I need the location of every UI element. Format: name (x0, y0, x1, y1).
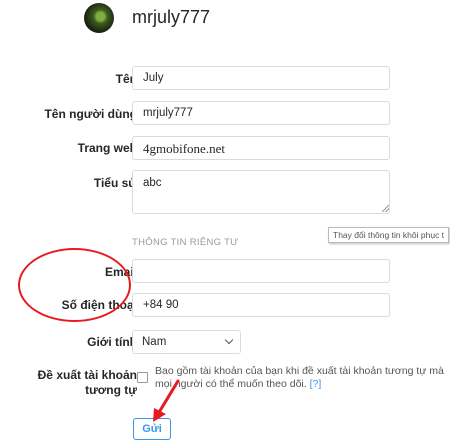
website-label: Trang web (77, 141, 137, 155)
suggest-label: Đề xuất tài khoản (37, 368, 137, 382)
phone-input[interactable]: +84 90 (132, 293, 390, 317)
gender-select[interactable]: Nam (132, 330, 241, 354)
suggest-label-line2: tương tự (85, 383, 137, 397)
bio-textarea[interactable]: abc (132, 170, 390, 214)
suggest-text: Bao gồm tài khoản của bạn khi đề xuất tà… (155, 365, 444, 390)
help-link[interactable]: [?] (310, 378, 322, 390)
email-input[interactable] (132, 259, 390, 283)
bio-label: Tiểu sử (93, 176, 137, 190)
name-input[interactable]: July (132, 66, 390, 90)
gender-label: Giới tính (87, 335, 137, 349)
website-input[interactable]: 4gmobifone.net (132, 136, 390, 160)
annotation-arrow-icon (153, 379, 180, 422)
username-label: Tên người dùng (44, 107, 137, 121)
annotation-ellipse (18, 248, 131, 322)
resize-handle-icon[interactable] (382, 205, 389, 212)
username-input[interactable]: mrjuly777 (132, 101, 390, 125)
avatar[interactable] (84, 3, 114, 33)
private-info-heading: THÔNG TIN RIÊNG TƯ (132, 237, 239, 248)
profile-username: mrjuly777 (132, 7, 211, 27)
tooltip: Thay đổi thông tin khôi phục t (328, 227, 450, 243)
suggest-description: Bao gồm tài khoản của bạn khi đề xuất tà… (155, 365, 445, 391)
